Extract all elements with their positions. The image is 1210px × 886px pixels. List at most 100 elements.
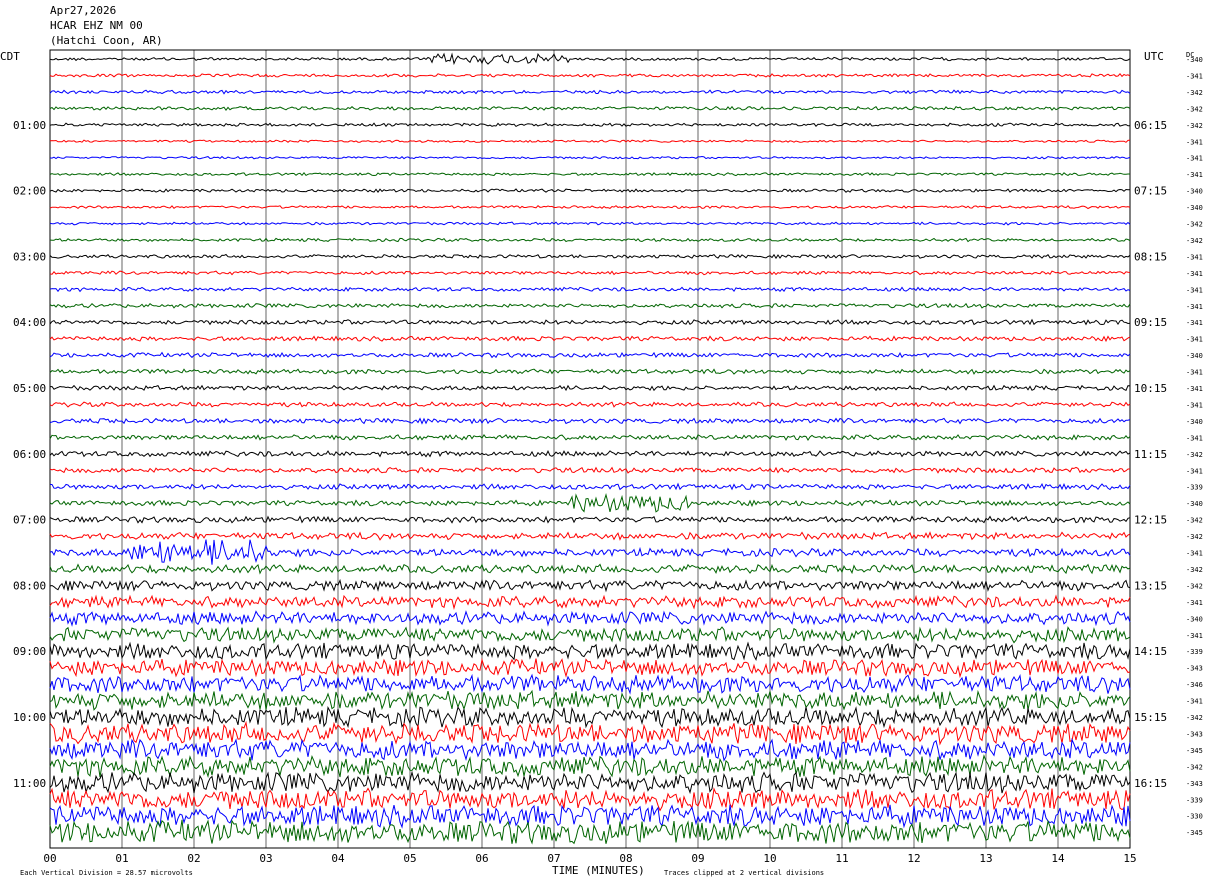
dc-offset-label: -339	[1186, 484, 1203, 492]
x-tick-label: 07	[547, 852, 560, 865]
left-time-label: 07:00	[13, 514, 46, 527]
seismic-trace	[49, 318, 1131, 326]
right-time-label: 13:15	[1134, 579, 1167, 592]
dc-offset-label: -341	[1186, 303, 1203, 311]
dc-offset-label: -340	[1186, 352, 1203, 360]
dc-offset-label: -342	[1186, 221, 1203, 229]
left-time-label: 11:00	[13, 777, 46, 790]
seismic-trace	[49, 641, 1131, 662]
dc-offset-label: -342	[1186, 582, 1203, 590]
dc-offset-label: -343	[1186, 730, 1203, 738]
dc-offset-label: -341	[1186, 138, 1203, 146]
traces-group	[49, 52, 1131, 845]
right-time-label: 15:15	[1134, 711, 1167, 724]
right-time-label: 11:15	[1134, 448, 1167, 461]
dc-offset-label: -340	[1186, 204, 1203, 212]
dc-offset-label: -345	[1186, 747, 1203, 755]
dc-offset-label: -339	[1186, 648, 1203, 656]
grid-lines	[49, 49, 1131, 849]
seismic-trace	[49, 188, 1131, 193]
dc-offset-label: -342	[1186, 714, 1203, 722]
x-tick-label: 13	[979, 852, 992, 865]
seismic-trace	[49, 52, 1131, 66]
dc-offset-label: -341	[1186, 319, 1203, 327]
right-time-label: 07:15	[1134, 185, 1167, 198]
dc-offset-label: -341	[1186, 698, 1203, 706]
seismic-trace	[49, 155, 1131, 160]
left-time-label: 08:00	[13, 579, 46, 592]
x-tick-label: 15	[1123, 852, 1136, 865]
seismic-trace	[49, 302, 1131, 309]
scale-text: Each Vertical Division = 28.57 microvolt…	[20, 869, 193, 877]
seismic-trace	[49, 594, 1131, 610]
x-tick-label: 14	[1051, 852, 1065, 865]
dc-offset-label: -341	[1186, 336, 1203, 344]
seismic-trace	[49, 787, 1131, 812]
seismic-trace	[49, 253, 1131, 260]
seismic-trace	[49, 819, 1131, 845]
seismic-trace	[49, 466, 1130, 474]
x-tick-label: 11	[835, 852, 848, 865]
dc-offset-label: -343	[1186, 665, 1203, 673]
seismic-trace	[49, 205, 1131, 210]
seismic-trace	[49, 657, 1131, 679]
dc-offset-label: -342	[1186, 122, 1203, 130]
right-zone-label: UTC	[1144, 50, 1164, 63]
seismic-trace	[49, 384, 1131, 392]
dc-offset-label: -342	[1186, 533, 1203, 541]
seismic-trace	[49, 139, 1131, 143]
dc-offset-label: -341	[1186, 369, 1203, 377]
seismic-trace	[49, 351, 1131, 359]
left-time-label: 01:00	[13, 119, 46, 132]
dc-offset-label: -341	[1186, 632, 1203, 640]
seismic-trace	[49, 401, 1131, 408]
seismic-trace	[49, 531, 1131, 541]
x-axis-label: TIME (MINUTES)	[552, 864, 645, 877]
right-time-label: 06:15	[1134, 119, 1167, 132]
dc-offset-label: -343	[1186, 780, 1203, 788]
seismic-trace	[49, 368, 1131, 375]
x-tick-label: 09	[691, 852, 704, 865]
dc-offset-label: -342	[1186, 517, 1203, 525]
dc-offset-label: -341	[1186, 385, 1203, 393]
dc-offset-label: -341	[1186, 270, 1203, 278]
left-time-label: 04:00	[13, 316, 46, 329]
left-time-label: 02:00	[13, 185, 46, 198]
seismic-trace	[49, 73, 1131, 78]
x-tick-label: 01	[115, 852, 128, 865]
seismic-trace	[49, 720, 1131, 746]
x-tick-label: 05	[403, 852, 416, 865]
dc-offset-label: -341	[1186, 550, 1203, 558]
dc-offset-label: -340	[1186, 418, 1203, 426]
seismic-trace	[49, 626, 1131, 644]
right-time-label: 12:15	[1134, 514, 1167, 527]
seismic-trace	[49, 286, 1131, 293]
dc-offset-label: -341	[1186, 72, 1203, 80]
dc-offset-label: -330	[1186, 813, 1203, 821]
right-time-label: 08:15	[1134, 250, 1167, 263]
seismic-trace	[49, 450, 1131, 458]
x-tick-label: 08	[619, 852, 632, 865]
dc-offset-label: -340	[1186, 56, 1203, 64]
dc-offset-label: -341	[1186, 253, 1203, 261]
left-time-label: 06:00	[13, 448, 46, 461]
seismic-trace	[49, 335, 1131, 343]
dc-offset-label: -339	[1186, 796, 1203, 804]
seismic-trace	[49, 578, 1131, 593]
x-tick-label: 10	[763, 852, 776, 865]
seismic-trace	[49, 237, 1131, 243]
left-time-label: 09:00	[13, 645, 46, 658]
x-tick-label: 02	[187, 852, 200, 865]
dc-offset-label: -342	[1186, 89, 1203, 97]
seismic-trace	[49, 270, 1131, 276]
dc-offset-label: -341	[1186, 155, 1203, 163]
left-time-label: 03:00	[13, 250, 46, 263]
seismic-trace	[49, 122, 1131, 128]
seismic-trace	[49, 705, 1131, 729]
right-time-label: 16:15	[1134, 777, 1167, 790]
right-time-label: 09:15	[1134, 316, 1167, 329]
right-time-label: 10:15	[1134, 382, 1167, 395]
seismic-trace	[49, 673, 1131, 695]
right-time-label: 14:15	[1134, 645, 1167, 658]
dc-offset-label: -342	[1186, 237, 1203, 245]
